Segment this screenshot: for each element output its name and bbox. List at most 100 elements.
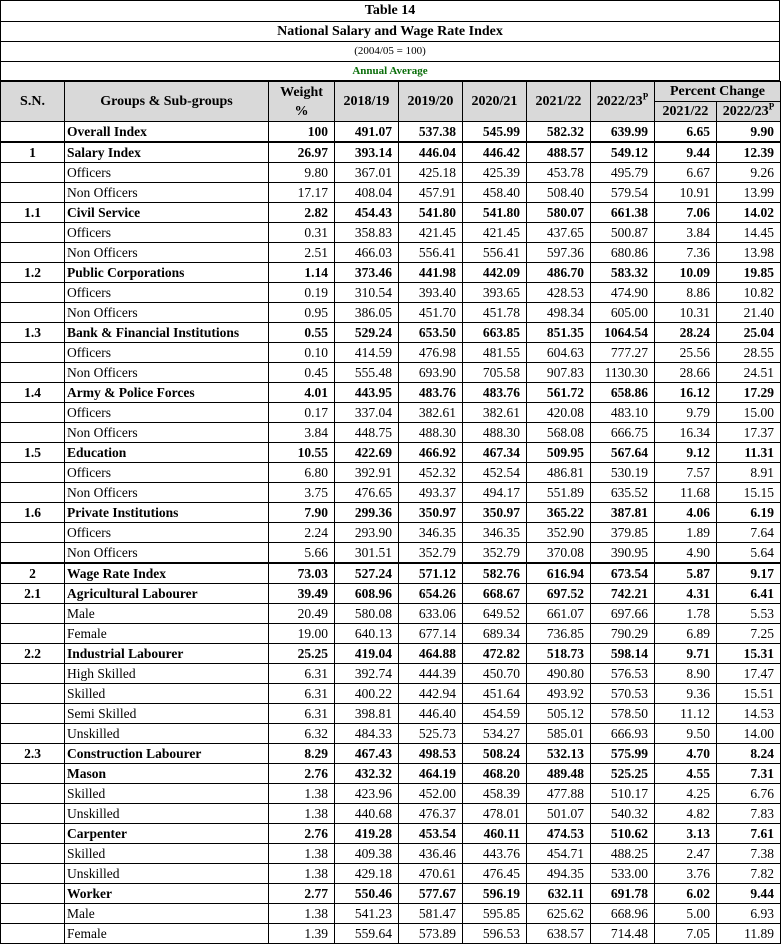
table-row: Unskilled 6.32 484.33 525.73 534.27 585.01 666…	[0, 723, 781, 744]
row-value: 25.56	[654, 342, 717, 363]
table-header-block: Table 14 National Salary and Wage Rate I…	[0, 0, 780, 81]
row-value: 409.38	[334, 843, 399, 864]
row-value: 525.25	[590, 763, 655, 784]
row-value: 632.11	[526, 883, 591, 904]
row-value: 452.00	[398, 783, 463, 804]
row-value: 585.01	[526, 723, 591, 744]
row-value: 9.17	[716, 562, 781, 584]
table-row: Skilled 1.38 423.96 452.00 458.39 477.88 510.1…	[0, 783, 781, 804]
row-sn: 1.6	[0, 502, 65, 523]
row-sn	[0, 522, 65, 543]
row-value: 464.88	[398, 643, 463, 664]
row-value: 605.00	[590, 302, 655, 323]
row-group-name: Male	[64, 903, 269, 924]
table-row: Officers 0.17 337.04 382.61 382.61 420.08 483.…	[0, 402, 781, 423]
col-2018-19: 2018/19	[334, 81, 399, 122]
row-sn	[0, 121, 65, 143]
row-sn: 2.1	[0, 583, 65, 604]
row-group-name: Unskilled	[64, 863, 269, 884]
row-value: 616.94	[526, 562, 591, 584]
table-row: Male 20.49 580.08 633.06 649.52 661.07 697.66 1…	[0, 603, 781, 624]
row-sn: 1.2	[0, 262, 65, 283]
row-value: 350.97	[398, 502, 463, 523]
row-value: 346.35	[398, 522, 463, 543]
row-value: 907.83	[526, 362, 591, 383]
col-percent-change: Percent Change	[654, 81, 781, 102]
row-value: 7.83	[716, 803, 781, 824]
row-value: 489.48	[526, 763, 591, 784]
table-row: 1.2 Public Corporations 1.14 373.46 441.98 44…	[0, 262, 781, 283]
row-group-name: High Skilled	[64, 663, 269, 684]
row-value: 16.12	[654, 382, 717, 403]
row-value: 1.39	[268, 923, 335, 944]
row-sn: 1.3	[0, 322, 65, 343]
row-value: 9.50	[654, 723, 717, 744]
row-value: 382.61	[462, 402, 527, 423]
row-value: 668.67	[462, 583, 527, 604]
row-sn	[0, 683, 65, 704]
row-value: 13.99	[716, 182, 781, 203]
table-row: Worker 2.77 550.46 577.67 596.19 632.11 691.78…	[0, 883, 781, 904]
row-value: 693.90	[398, 362, 463, 383]
row-value: 24.51	[716, 362, 781, 383]
row-value: 443.76	[462, 843, 527, 864]
row-value: 2.51	[268, 242, 335, 263]
row-sn	[0, 222, 65, 243]
col-2020-21: 2020/21	[462, 81, 527, 122]
row-value: 15.15	[716, 482, 781, 503]
col-pc-2022-23: 2022/23P	[716, 101, 781, 122]
row-value: 382.61	[398, 402, 463, 423]
row-value: 4.90	[654, 542, 717, 564]
row-value: 419.04	[334, 643, 399, 664]
row-sn	[0, 723, 65, 744]
row-value: 529.24	[334, 322, 399, 343]
row-value: 1.14	[268, 262, 335, 283]
row-value: 15.00	[716, 402, 781, 423]
row-value: 541.80	[398, 202, 463, 223]
row-value: 5.64	[716, 542, 781, 564]
row-value: 851.35	[526, 322, 591, 343]
row-value: 486.70	[526, 262, 591, 283]
row-value: 470.61	[398, 863, 463, 884]
row-value: 467.43	[334, 743, 399, 764]
row-value: 533.00	[590, 863, 655, 884]
row-value: 10.55	[268, 442, 335, 463]
row-value: 508.24	[462, 743, 527, 764]
row-value: 14.02	[716, 202, 781, 223]
row-value: 556.41	[398, 242, 463, 263]
row-group-name: Non Officers	[64, 302, 269, 323]
table-row: Non Officers 2.51 466.03 556.41 556.41 597.36…	[0, 242, 781, 263]
row-value: 483.10	[590, 402, 655, 423]
row-value: 0.17	[268, 402, 335, 423]
row-sn	[0, 182, 65, 203]
row-value: 442.09	[462, 262, 527, 283]
table-row: Male 1.38 541.23 581.47 595.85 625.62 668.96 5.…	[0, 903, 781, 924]
row-value: 437.65	[526, 222, 591, 243]
row-sn	[0, 703, 65, 724]
row-value: 476.45	[462, 863, 527, 884]
table-row: Non Officers 3.75 476.65 493.37 494.17 551.89…	[0, 482, 781, 503]
row-value: 446.04	[398, 141, 463, 163]
row-value: 20.49	[268, 603, 335, 624]
base-year: (2004/05 = 100)	[1, 42, 779, 62]
row-value: 443.95	[334, 382, 399, 403]
table-row: 2.3 Construction Labourer 8.29 467.43 498.53…	[0, 743, 781, 764]
row-value: 8.29	[268, 743, 335, 764]
row-value: 525.73	[398, 723, 463, 744]
row-value: 393.40	[398, 282, 463, 303]
row-value: 6.31	[268, 703, 335, 724]
row-value: 453.54	[398, 823, 463, 844]
row-value: 10.09	[654, 262, 717, 283]
row-value: 493.92	[526, 683, 591, 704]
row-value: 604.63	[526, 342, 591, 363]
row-sn	[0, 923, 65, 944]
row-value: 9.80	[268, 162, 335, 183]
row-value: 19.85	[716, 262, 781, 283]
row-value: 8.90	[654, 663, 717, 684]
row-value: 452.54	[462, 462, 527, 483]
row-value: 379.85	[590, 522, 655, 543]
row-value: 742.21	[590, 583, 655, 604]
row-value: 576.53	[590, 663, 655, 684]
row-value: 570.53	[590, 683, 655, 704]
row-value: 299.36	[334, 502, 399, 523]
